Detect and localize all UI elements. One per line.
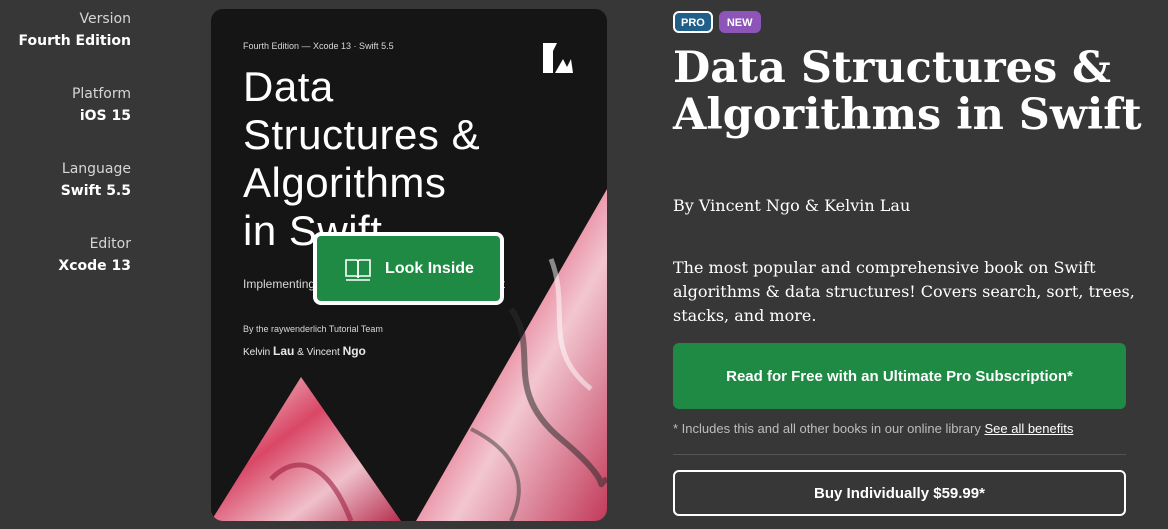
badges: PRO NEW [673,11,761,33]
cover-author-mid: & Vincent [297,347,340,358]
meta-label: Platform [71,86,131,102]
meta-value: Xcode 13 [58,258,131,274]
cover-author-first: Kelvin [243,347,271,358]
book-title: Data Structures & Algorithms in Swift [673,43,1142,140]
book-meta: Version Fourth Edition Platform iOS 15 L… [0,8,131,308]
see-all-benefits-link[interactable]: See all benefits [984,421,1073,436]
cover-edition: Fourth Edition — Xcode 13 · Swift 5.5 [243,41,394,51]
meta-value: iOS 15 [79,108,131,124]
meta-language: Language Swift 5.5 [0,158,131,233]
meta-label: Language [61,161,131,177]
open-book-icon [345,258,371,281]
pro-badge: PRO [673,11,713,33]
cover-title: Data Structures & Algorithms in Swift [243,63,583,255]
cover-authors: Kelvin Lau & Vincent Ngo [243,344,366,358]
book-authors: By Vincent Ngo & Kelvin Lau [673,196,911,215]
meta-label: Version [79,11,131,27]
meta-label: Editor [89,236,131,252]
cover-team: By the raywenderlich Tutorial Team [243,324,383,334]
new-badge: NEW [718,11,761,33]
cover-author-last: Ngo [342,344,366,358]
subscription-footnote: * Includes this and all other books in o… [673,421,1073,436]
meta-version: Version Fourth Edition [0,8,131,83]
look-inside-label: Look Inside [385,259,474,277]
cover-title-line: Algorithms [243,159,447,206]
read-free-button[interactable]: Read for Free with an Ultimate Pro Subsc… [673,343,1126,409]
footnote-text: * Includes this and all other books in o… [673,421,981,436]
buy-individually-button[interactable]: Buy Individually $59.99* [673,470,1126,516]
meta-value: Fourth Edition [18,33,131,49]
book-description: The most popular and comprehensive book … [673,258,1135,325]
meta-editor: Editor Xcode 13 [0,233,131,308]
cover-author-last: Lau [273,344,295,358]
meta-value: Swift 5.5 [60,183,131,199]
look-inside-button[interactable]: Look Inside [313,232,504,305]
divider [673,454,1126,455]
meta-platform: Platform iOS 15 [0,83,131,158]
cover-title-line: Structures & [243,111,481,158]
cover-title-line: Data [243,63,334,110]
